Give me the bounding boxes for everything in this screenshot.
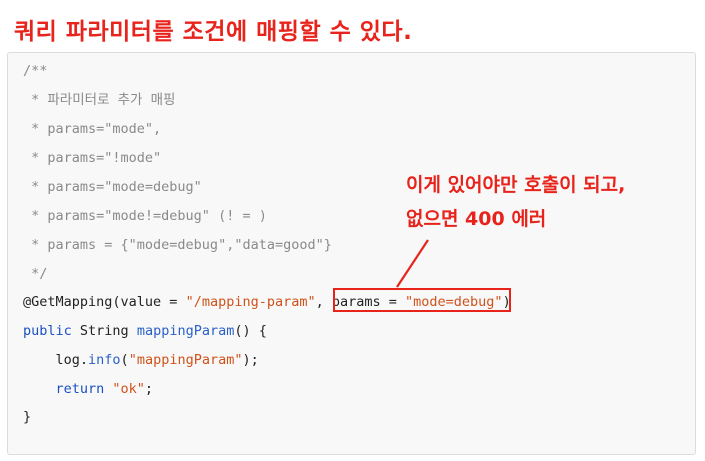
code-line-method: public String mappingParam() { <box>23 322 267 340</box>
code-token: () { <box>234 323 267 339</box>
code-function: info <box>88 352 121 368</box>
code-line-close: } <box>23 409 32 425</box>
annotation-text: 없으면 400 에러 <box>406 208 547 230</box>
code-string: "ok" <box>112 381 145 397</box>
code-comment-line: * params="!mode" <box>23 150 162 166</box>
page-title: 쿼리 파라미터를 조건에 매핑할 수 있다. <box>14 19 413 45</box>
highlight-box <box>333 288 511 312</box>
code-token: ( <box>120 352 129 368</box>
code-comment-line: /** <box>23 63 48 79</box>
code-token: ; <box>144 381 154 397</box>
code-token: ); <box>242 352 259 368</box>
code-comment-line: */ <box>23 266 48 282</box>
code-comment-line: * params="mode", <box>23 121 162 137</box>
code-function: mappingParam <box>136 323 235 339</box>
code-token: @GetMapping(value = <box>23 294 186 310</box>
code-comment-line: * 파라미터로 추가 매핑 <box>23 92 176 108</box>
code-comment-line: * params="mode=debug" <box>23 179 202 195</box>
code-keyword: public <box>23 323 72 339</box>
code-comment-line: * params="mode!=debug" (! = ) <box>23 208 267 224</box>
code-comment-line: * params = {"mode=debug","data=good"} <box>23 237 332 253</box>
code-string: "mappingParam" <box>128 352 243 368</box>
code-block: /** * 파라미터로 추가 매핑 * params="mode", * par… <box>7 52 696 455</box>
code-keyword: return <box>23 381 113 397</box>
code-line-return: return "ok"; <box>23 380 154 398</box>
code-line-log: log.info("mappingParam"); <box>23 351 259 369</box>
code-token: String <box>71 323 137 339</box>
annotation-text: 이게 있어야만 호출이 되고, <box>406 174 626 196</box>
code-string: "/mapping-param" <box>185 294 316 310</box>
code-token: log. <box>23 352 89 368</box>
